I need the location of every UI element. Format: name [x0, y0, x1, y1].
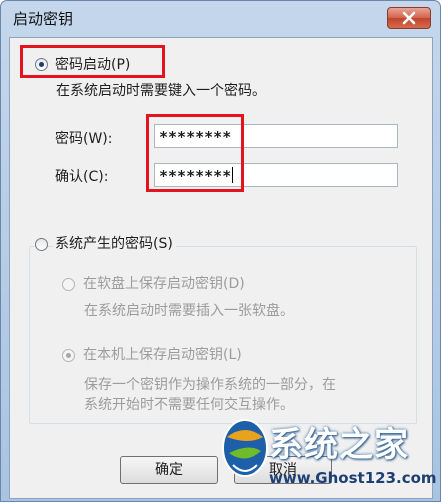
local-key-label[interactable]: 在本机上保存启动密钥(L): [83, 344, 242, 364]
title-bar[interactable]: 启动密钥: [1, 1, 440, 35]
floppy-key-label[interactable]: 在软盘上保存启动密钥(D): [83, 273, 245, 293]
watermark-url: www.Ghost123.com: [269, 469, 437, 487]
startup-key-dialog: 启动密钥 密码启动(P) 在系统启动时需要键入一个密码。 密码(W): ****…: [0, 0, 441, 502]
system-key-label[interactable]: 系统产生的密码(S): [53, 233, 176, 253]
highlight-box-password-fields: [146, 114, 244, 192]
floppy-key-description: 在系统启动时需要插入一张软盘。: [84, 303, 294, 319]
system-key-radio[interactable]: [35, 238, 48, 251]
floppy-key-radio[interactable]: [62, 278, 75, 291]
password-field-label: 密码(W):: [55, 131, 113, 147]
site-watermark: 系统之家 www.Ghost123.com: [219, 411, 441, 503]
watermark-logo-icon: [222, 419, 268, 477]
local-key-radio[interactable]: [62, 349, 75, 362]
watermark-name: 系统之家: [269, 425, 409, 465]
close-icon: [402, 11, 416, 25]
window-title: 启动密钥: [13, 10, 74, 28]
password-startup-description: 在系统启动时需要键入一个密码。: [56, 83, 266, 99]
confirm-field-label: 确认(C):: [55, 169, 109, 185]
highlight-box-password-option: [20, 45, 165, 78]
close-button[interactable]: [387, 7, 431, 29]
ok-button[interactable]: 确定: [120, 456, 218, 484]
local-key-description-line1: 保存一个密钥作为操作系统的一部分，在: [84, 377, 336, 393]
